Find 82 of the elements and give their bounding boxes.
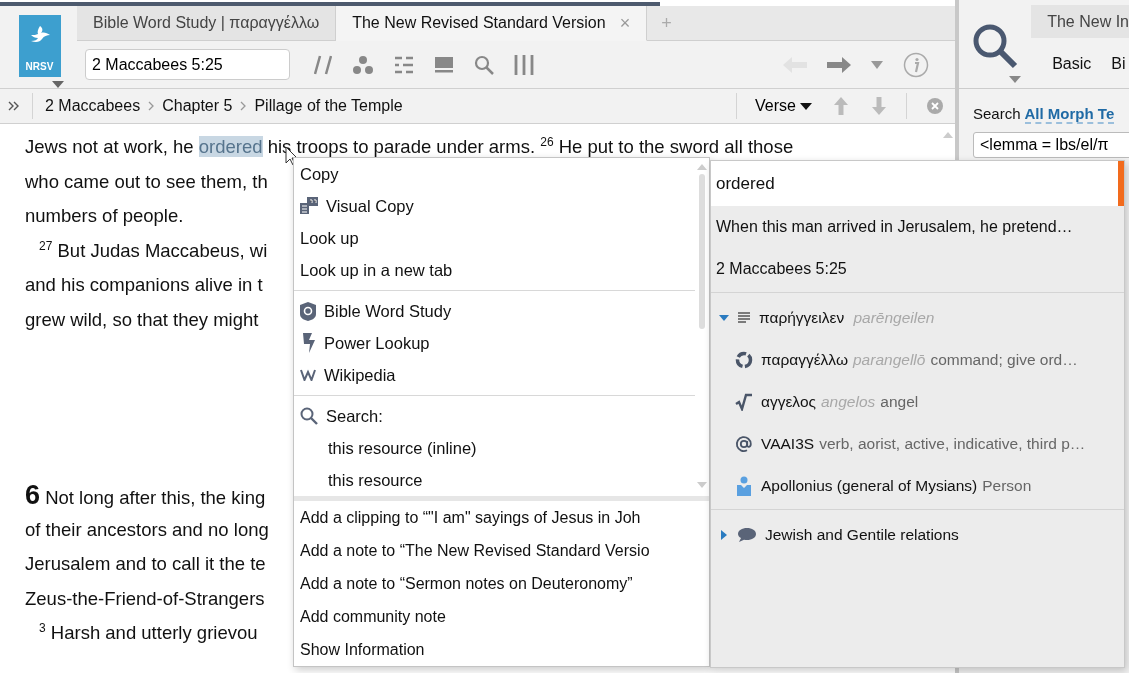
list-icon[interactable] — [394, 55, 414, 74]
menu-item[interactable]: Copy — [294, 158, 695, 190]
text-line: who came out to see them, th — [25, 169, 268, 194]
expand-chevron-icon[interactable] — [8, 101, 20, 111]
query-field[interactable]: <lemma = lbs/el/π — [973, 132, 1129, 158]
search-scope-link[interactable]: All Morph Te — [1024, 105, 1115, 124]
selected-word: ordered — [711, 161, 1124, 206]
menu-item[interactable]: Look up in a new tab — [294, 254, 695, 286]
text-line: Jerusalem and to call it the te — [25, 552, 266, 576]
text-line: $^{3}$ Harsh and utterly grievou — [38, 620, 258, 645]
word-entry[interactable]: παρήγγειλεν parēngeilen — [759, 309, 935, 327]
person-icon — [735, 476, 753, 496]
breadcrumb-link[interactable]: Pillage of the Temple — [254, 97, 403, 115]
chevron-icon — [148, 101, 155, 111]
expander-icon[interactable] — [719, 530, 729, 540]
text-line: $^{27}$ But Judas Maccabeus, wi — [38, 237, 268, 263]
menu-item[interactable]: Power Lookup — [294, 327, 695, 359]
breadcrumb-link[interactable]: Chapter 5 — [162, 97, 233, 115]
lines-icon — [737, 311, 751, 325]
display-icon[interactable] — [434, 55, 454, 74]
visual-copy-icon — [300, 197, 318, 215]
tab[interactable]: Bible Word Study | παραγγέλλω — [77, 6, 337, 41]
columns-icon[interactable] — [514, 53, 534, 76]
search-icon — [300, 407, 318, 425]
menu-item[interactable]: this resource — [294, 464, 695, 496]
text-line: grew wild, so that they might — [25, 307, 259, 332]
menu-item[interactable]: Wikipedia — [294, 359, 695, 391]
shield-icon — [300, 301, 316, 321]
tab[interactable]: The New In — [1031, 5, 1129, 38]
forward-arrow-icon[interactable] — [827, 56, 851, 73]
word-entry[interactable]: αγγελος angelos angel — [761, 393, 919, 411]
expander-icon[interactable] — [719, 313, 729, 323]
search-icon[interactable] — [474, 54, 494, 75]
text-line: 6 Not long after this, the king — [25, 479, 266, 512]
chevron-icon — [240, 101, 247, 111]
up-arrow-icon[interactable] — [834, 97, 848, 115]
reference-field[interactable]: 2 Maccabees 5:25 — [85, 49, 290, 80]
caret-icon[interactable] — [1009, 76, 1022, 83]
excerpt-text: When this man arrived in Jerusalem, he pretend… — [715, 217, 1074, 237]
menu-item[interactable]: Search: — [294, 400, 695, 432]
word-entry[interactable]: Apollonius (general of Mysians) Person — [761, 477, 1032, 495]
search-mode-link[interactable]: Bi — [1111, 55, 1126, 73]
search-label: Search — [973, 105, 1021, 124]
search-icon[interactable] — [971, 22, 1020, 70]
menu-item[interactable]: this resource (inline) — [294, 432, 695, 464]
scroll-thumb[interactable] — [699, 174, 705, 329]
at-sign-icon — [735, 435, 753, 453]
dots-icon[interactable] — [352, 54, 374, 75]
ring-icon — [735, 351, 753, 369]
word-entry[interactable]: VAAI3S verb, aorist, active, indicative, third p… — [761, 435, 1086, 453]
text-line: of their ancestors and no long — [25, 517, 269, 542]
info-icon[interactable] — [903, 51, 929, 78]
caret-icon[interactable] — [871, 60, 883, 69]
scroll-up-icon[interactable] — [942, 132, 953, 138]
text-line: numbers of people. — [25, 204, 184, 228]
search-mode-link[interactable]: Basic — [1052, 55, 1092, 73]
text-line: Zeus-the-Friend-of-Strangers — [25, 586, 265, 611]
menu-item[interactable]: Add community note — [294, 600, 709, 633]
scroll-down-icon[interactable] — [697, 482, 707, 488]
clear-icon[interactable] — [927, 98, 943, 114]
menu-item[interactable]: Add a note to “Sermon notes on Deuteronomy” — [294, 567, 709, 600]
topic-entry[interactable]: Jewish and Gentile relations — [765, 526, 959, 544]
parallel-icon[interactable] — [314, 53, 332, 76]
menu-item[interactable]: Look up — [294, 222, 695, 254]
text-line: and his companions alive in t — [25, 273, 263, 297]
logo-text: NRSV — [25, 61, 54, 72]
lightning-icon — [300, 333, 316, 353]
menu-item[interactable]: Visual Copy — [294, 190, 695, 222]
scroll-up-icon[interactable] — [697, 164, 707, 170]
w-letter-icon — [300, 369, 316, 381]
word-entry[interactable]: παραγγέλλω parangellō command; give ord… — [761, 351, 1078, 369]
menu-item[interactable]: Show Information — [294, 633, 709, 666]
caret-icon — [800, 102, 812, 110]
verse-dropdown[interactable]: Verse — [749, 97, 818, 115]
menu-item[interactable]: Add a clipping to “"I am" sayings of Jesus in Joh — [294, 501, 709, 534]
down-arrow-icon[interactable] — [872, 97, 886, 115]
reference-text[interactable]: 2 Maccabees 5:25 — [711, 248, 1124, 290]
breadcrumb-link[interactable]: 2 Maccabees — [45, 97, 141, 115]
speech-bubble-icon — [737, 527, 757, 543]
menu-item[interactable]: Add a note to “The New Revised Standard Versio — [294, 534, 709, 567]
root-icon — [735, 393, 753, 411]
menu-item[interactable]: Bible Word Study — [294, 295, 695, 327]
